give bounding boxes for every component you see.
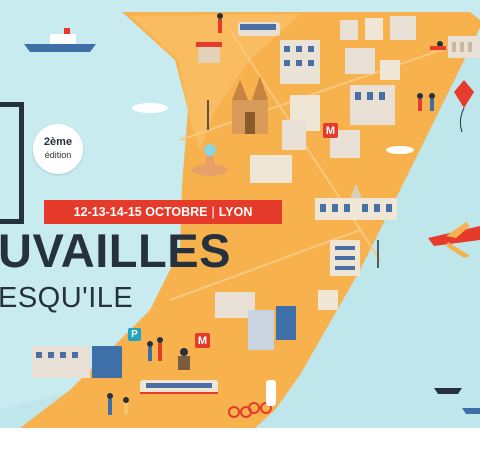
festival-subtitle: ESQU'ILE xyxy=(0,282,134,314)
bottom-border xyxy=(0,428,480,450)
edition-word: édition xyxy=(44,150,72,160)
metro-sign-icon: M xyxy=(195,333,210,348)
tram-icon xyxy=(140,380,218,394)
edition-badge: 2ème édition xyxy=(33,124,83,174)
cloud-icon xyxy=(132,103,168,113)
rowboat-icon xyxy=(434,388,462,394)
info-kiosk-icon xyxy=(266,380,276,406)
date-separator: | xyxy=(211,205,215,219)
poster: 2ème édition 12-13-14-15 OCTOBRE | LYON … xyxy=(0,0,480,450)
festival-logo-frame xyxy=(0,102,24,224)
festival-dates: 12-13-14-15 OCTOBRE xyxy=(73,205,208,219)
parking-sign-icon: P xyxy=(128,328,141,341)
festival-title: UVAILLES xyxy=(0,224,231,277)
date-banner: 12-13-14-15 OCTOBRE | LYON xyxy=(44,200,282,224)
festival-city: LYON xyxy=(218,205,253,219)
amphitheater-icon xyxy=(448,36,480,58)
cloud-icon xyxy=(386,146,414,154)
edition-number: 2ème xyxy=(43,136,73,148)
metro-sign-icon: M xyxy=(323,123,338,138)
